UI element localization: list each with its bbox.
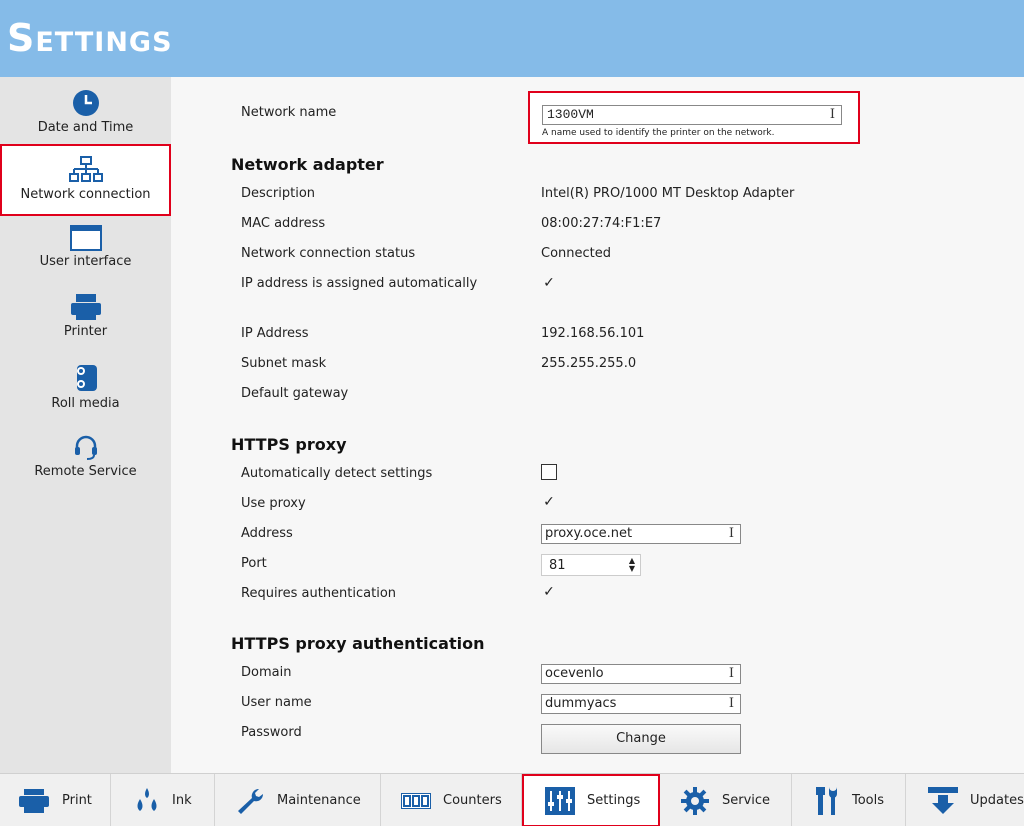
text-cursor-icon: I <box>728 696 734 711</box>
connection-status-value: Connected <box>541 246 612 261</box>
gear-icon <box>681 786 709 815</box>
ink-drops-icon <box>137 787 157 811</box>
tab-service[interactable]: Service <box>660 774 792 826</box>
sidebar-item-date-time[interactable]: Date and Time <box>0 89 171 135</box>
network-name-label: Network name <box>241 105 337 120</box>
sidebar-item-printer[interactable]: Printer <box>0 293 171 339</box>
sidebar-item-remote-service[interactable]: Remote Service <box>0 433 171 479</box>
sidebar-item-label: Roll media <box>51 396 120 411</box>
bottom-nav-bar: Print Ink Maintenance Counters Settings … <box>0 773 1024 826</box>
use-proxy-checkbox[interactable]: ✓ <box>541 494 557 510</box>
tab-label: Counters <box>443 793 502 808</box>
settings-sidebar: Date and Time Network connection User in… <box>0 77 171 773</box>
auto-detect-label: Automatically detect settings <box>241 466 433 481</box>
sidebar-item-network-connection[interactable]: Network connection <box>0 144 171 216</box>
proxy-port-value: 81 <box>549 558 566 573</box>
auto-ip-checkbox[interactable]: ✓ <box>541 275 557 291</box>
subnet-mask-label: Subnet mask <box>241 356 327 371</box>
proxy-auth-heading: HTTPS proxy authentication <box>231 634 485 653</box>
sidebar-item-label: Remote Service <box>34 464 137 479</box>
tab-label: Service <box>722 793 771 808</box>
roll-media-icon <box>76 365 97 391</box>
https-proxy-heading: HTTPS proxy <box>231 435 347 454</box>
network-settings-panel: Network name 1300VM I A name used to ide… <box>171 77 1024 773</box>
domain-label: Domain <box>241 665 292 680</box>
network-adapter-heading: Network adapter <box>231 155 384 174</box>
password-label: Password <box>241 725 302 740</box>
text-cursor-icon: I <box>829 107 835 122</box>
network-name-highlight: 1300VM I A name used to identify the pri… <box>528 91 860 144</box>
auto-detect-checkbox[interactable] <box>541 464 557 480</box>
tab-print[interactable]: Print <box>0 774 111 826</box>
requires-auth-checkbox[interactable]: ✓ <box>541 584 557 600</box>
printer-icon <box>70 294 101 320</box>
default-gateway-label: Default gateway <box>241 386 349 401</box>
tab-tools[interactable]: Tools <box>792 774 906 826</box>
tab-label: Updates <box>970 793 1024 808</box>
spin-arrows-icon[interactable]: ▲ ▼ <box>629 557 635 573</box>
proxy-address-value: proxy.oce.net <box>545 526 633 541</box>
page-title: Settings <box>7 16 173 60</box>
tab-label: Maintenance <box>277 793 361 808</box>
sidebar-item-user-interface[interactable]: User interface <box>0 225 171 269</box>
network-name-hint: A name used to identify the printer on t… <box>542 128 775 138</box>
mac-address-value: 08:00:27:74:F1:E7 <box>541 216 662 231</box>
clock-icon <box>72 90 99 116</box>
proxy-address-label: Address <box>241 526 293 541</box>
ip-address-value: 192.168.56.101 <box>541 326 645 341</box>
domain-input[interactable]: ocevenlo I <box>541 664 741 684</box>
network-name-value: 1300VM <box>547 107 594 122</box>
username-value: dummyacs <box>545 696 617 711</box>
download-icon <box>928 786 958 814</box>
tab-label: Print <box>62 793 92 808</box>
printer-icon <box>19 788 49 813</box>
headset-icon <box>74 435 97 460</box>
tools-icon <box>816 786 837 815</box>
proxy-address-input[interactable]: proxy.oce.net I <box>541 524 741 544</box>
description-label: Description <box>241 186 316 201</box>
sliders-icon <box>545 786 575 815</box>
use-proxy-label: Use proxy <box>241 496 306 511</box>
connection-status-label: Network connection status <box>241 246 416 261</box>
sidebar-item-label: Date and Time <box>37 120 134 135</box>
page-header: Settings <box>0 0 1024 77</box>
proxy-port-label: Port <box>241 556 267 571</box>
description-value: Intel(R) PRO/1000 MT Desktop Adapter <box>541 186 795 201</box>
text-cursor-icon: I <box>728 666 734 681</box>
username-input[interactable]: dummyacs I <box>541 694 741 714</box>
tab-label: Ink <box>172 793 192 808</box>
tab-label: Settings <box>587 793 641 808</box>
tab-updates[interactable]: Updates <box>906 774 1024 826</box>
window-icon <box>69 225 102 251</box>
tab-maintenance[interactable]: Maintenance <box>215 774 381 826</box>
tab-settings[interactable]: Settings <box>522 774 660 826</box>
sidebar-item-label: User interface <box>39 254 132 269</box>
network-name-input[interactable]: 1300VM I <box>542 105 842 125</box>
domain-value: ocevenlo <box>545 666 604 681</box>
requires-auth-label: Requires authentication <box>241 586 397 601</box>
counter-icon <box>401 792 431 809</box>
wrench-icon <box>238 788 264 814</box>
sidebar-item-roll-media[interactable]: Roll media <box>0 363 171 411</box>
network-icon <box>68 156 103 182</box>
auto-ip-label: IP address is assigned automatically <box>241 276 478 291</box>
tab-counters[interactable]: Counters <box>381 774 522 826</box>
text-cursor-icon: I <box>728 526 734 541</box>
ip-address-label: IP Address <box>241 326 309 341</box>
username-label: User name <box>241 695 312 710</box>
sidebar-item-label: Network connection <box>20 187 151 202</box>
tab-label: Tools <box>852 793 885 808</box>
tab-ink[interactable]: Ink <box>111 774 215 826</box>
mac-address-label: MAC address <box>241 216 326 231</box>
sidebar-item-label: Printer <box>63 324 108 339</box>
proxy-port-stepper[interactable]: 81 ▲ ▼ <box>541 554 641 576</box>
change-password-button[interactable]: Change <box>541 724 741 754</box>
subnet-mask-value: 255.255.255.0 <box>541 356 637 371</box>
